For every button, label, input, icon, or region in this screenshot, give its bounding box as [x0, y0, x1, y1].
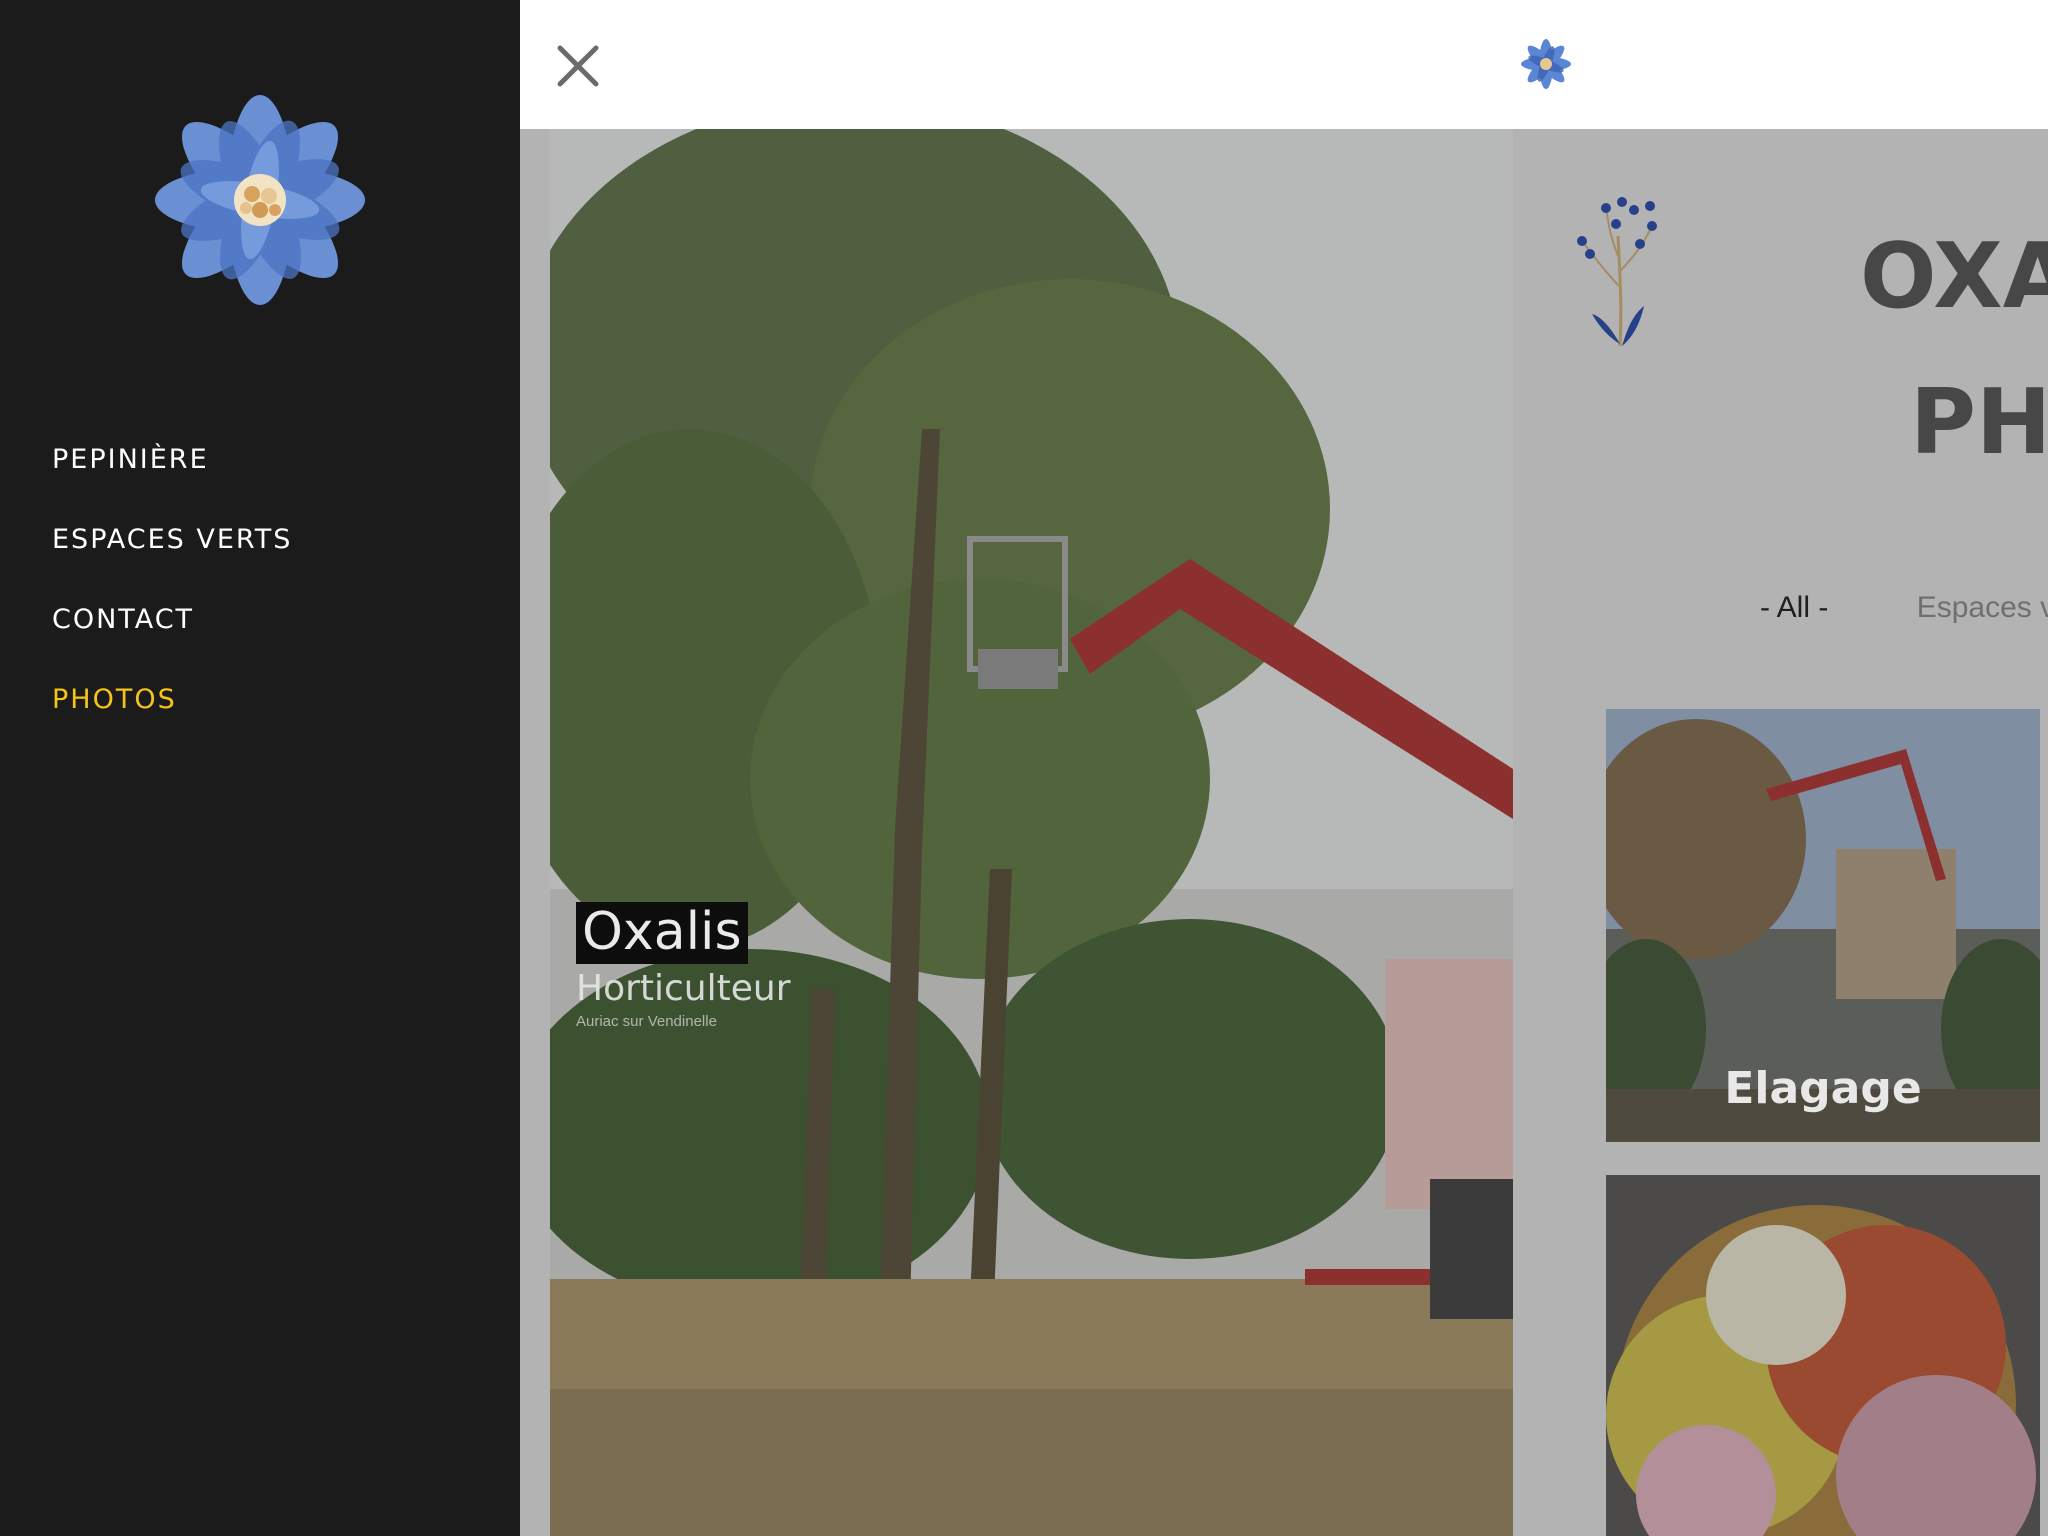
nav-item-espaces-verts[interactable]: ESPACES VERTS	[52, 516, 292, 596]
gallery-item-elagage[interactable]: Elagage	[1606, 709, 2040, 1142]
gallery-item-label: Elagage	[1724, 1063, 1922, 1114]
top-bar	[520, 0, 2048, 129]
blue-flower-logo-small-icon[interactable]	[1515, 34, 1577, 94]
hero-title: Oxalis	[576, 902, 748, 964]
nav-item-contact[interactable]: CONTACT	[52, 596, 292, 676]
filter-all[interactable]: - All -	[1760, 591, 1828, 625]
main-nav: PEPINIÈRE ESPACES VERTS CONTACT PHOTOS	[52, 436, 292, 756]
hero-subtitle: Horticulteur	[576, 968, 791, 1009]
hero-image: Oxalis Horticulteur Auriac sur Vendinell…	[550, 129, 1513, 1536]
sprig-decoration-icon	[1577, 197, 1657, 347]
tree-pruning-photo	[550, 129, 1513, 1536]
nav-item-photos[interactable]: PHOTOS	[52, 676, 292, 756]
gallery-page: Oxalis Horticulteur Auriac sur Vendinell…	[520, 129, 2048, 1536]
blue-flower-logo-icon[interactable]	[105, 60, 415, 350]
nav-item-pepiniere[interactable]: PEPINIÈRE	[52, 436, 292, 516]
nav-drawer: PEPINIÈRE ESPACES VERTS CONTACT PHOTOS	[0, 0, 520, 1536]
close-icon[interactable]	[552, 40, 604, 92]
hero-location: Auriac sur Vendinelle	[576, 1013, 717, 1030]
page-title-line2: PH	[1910, 370, 2048, 475]
chrysanthemum-photo	[1606, 1175, 2040, 1536]
gallery-filters: - All - Espaces v	[1760, 591, 2048, 625]
hero-caption: Oxalis Horticulteur Auriac sur Vendinell…	[576, 902, 791, 1030]
gallery-item-flowers[interactable]	[1606, 1175, 2040, 1536]
filter-espaces-verts[interactable]: Espaces v	[1917, 591, 2048, 625]
page-title: OXA PH	[1860, 204, 2048, 496]
page-title-line1: OXA	[1860, 224, 2048, 329]
